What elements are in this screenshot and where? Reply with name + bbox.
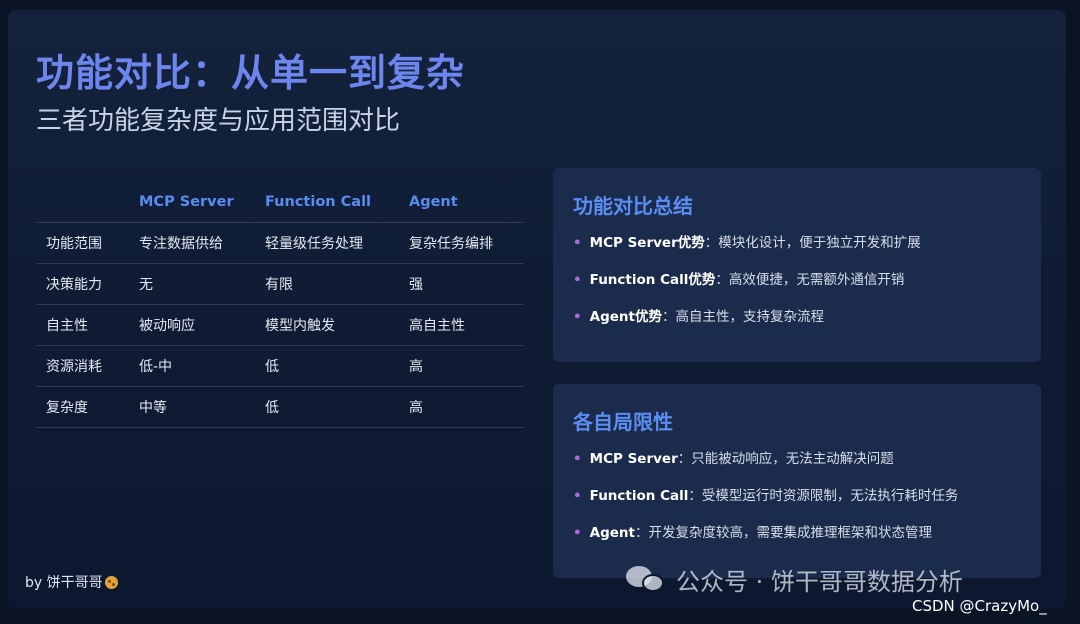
summary-list: • MCP Server优势：模块化设计，便于独立开发和扩展 • Function …: [573, 234, 921, 345]
bullet-icon: •: [573, 488, 582, 504]
list-item-term: MCP Server优势: [589, 235, 705, 251]
list-item-term: Function Call优势: [589, 272, 716, 288]
bullet-icon: •: [573, 272, 582, 288]
table-cell: 低-中: [129, 345, 255, 387]
list-item: • Agent优势：高自主性，支持复杂流程: [573, 308, 921, 345]
table-cell: 自主性: [36, 304, 129, 346]
summary-card: 功能对比总结 • MCP Server优势：模块化设计，便于独立开发和扩展 • Fu…: [553, 168, 1041, 362]
author-name: by 饼干哥哥: [25, 575, 103, 591]
list-item-desc: 受模型运行时资源限制，无法执行耗时任务: [701, 488, 959, 504]
limitations-card: 各自局限性 • MCP Server：只能被动响应，无法主动解决问题 • Funct…: [553, 384, 1041, 578]
table-header-row: MCP Server Function Call Agent: [36, 182, 524, 223]
table-cell: 复杂度: [36, 386, 129, 428]
table-cell: 无: [129, 263, 255, 305]
watermark-text: 公众号 · 饼干哥哥数据分析: [676, 568, 963, 596]
table-cell: 复杂任务编排: [399, 222, 524, 264]
table-header-cell: Agent: [399, 182, 524, 223]
list-item-desc: 高自主性，支持复杂流程: [675, 309, 824, 325]
table-cell: 专注数据供给: [129, 222, 255, 264]
csdn-watermark: CSDN @CrazyMo_: [912, 597, 1047, 615]
list-item-separator: ：: [688, 488, 702, 504]
bullet-icon: •: [573, 451, 582, 467]
list-item-separator: ：: [704, 235, 719, 251]
list-item-term: Agent: [589, 525, 635, 541]
limitations-list: • MCP Server：只能被动响应，无法主动解决问题 • Function Ca…: [573, 450, 958, 561]
table-cell: 轻量级任务处理: [255, 222, 399, 264]
table-header-cell: [36, 182, 129, 223]
list-item-term: Agent优势: [589, 309, 662, 325]
author-byline: by 饼干哥哥: [25, 572, 118, 592]
list-item-term: MCP Server: [589, 451, 678, 467]
list-item-desc: 只能被动响应，无法主动解决问题: [691, 451, 894, 467]
slide-subtitle: 三者功能复杂度与应用范围对比: [36, 106, 401, 136]
table-cell: 资源消耗: [36, 345, 129, 387]
table-row: 资源消耗 低-中 低 高: [36, 345, 524, 387]
table-row: 复杂度 中等 低 高: [36, 386, 524, 428]
table-cell: 低: [255, 345, 399, 387]
list-item: • Agent：开发复杂度较高，需要集成推理框架和状态管理: [573, 524, 958, 561]
bullet-icon: •: [573, 235, 582, 251]
limitations-card-title: 各自局限性: [573, 410, 673, 434]
table-row: 功能范围 专注数据供给 轻量级任务处理 复杂任务编排: [36, 222, 524, 264]
table-cell: 模型内触发: [255, 304, 399, 346]
list-item: • MCP Server优势：模块化设计，便于独立开发和扩展: [573, 234, 921, 271]
summary-card-title: 功能对比总结: [573, 194, 693, 218]
wechat-icon: [626, 566, 666, 594]
list-item-desc: 模块化设计，便于独立开发和扩展: [718, 235, 921, 251]
slide-title: 功能对比：从单一到复杂: [36, 51, 466, 95]
bullet-icon: •: [573, 309, 582, 325]
table-row: 自主性 被动响应 模型内触发 高自主性: [36, 304, 524, 346]
list-item-separator: ：: [661, 309, 676, 325]
table-cell: 决策能力: [36, 263, 129, 305]
table-row: 决策能力 无 有限 强: [36, 263, 524, 305]
list-item: • Function Call优势：高效便捷，无需额外通信开销: [573, 271, 921, 308]
table-cell: 高: [399, 386, 524, 428]
comparison-table: MCP Server Function Call Agent 功能范围 专注数据…: [36, 182, 524, 428]
list-item-desc: 开发复杂度较高，需要集成推理框架和状态管理: [648, 525, 932, 541]
bullet-icon: •: [573, 525, 582, 541]
table-cell: 强: [399, 263, 524, 305]
table-cell: 有限: [255, 263, 399, 305]
list-item-separator: ：: [634, 525, 649, 541]
table-cell: 高: [399, 345, 524, 387]
list-item-term: Function Call: [589, 488, 689, 504]
table-cell: 功能范围: [36, 222, 129, 264]
list-item-desc: 高效便捷，无需额外通信开销: [728, 272, 905, 288]
wechat-watermark: 公众号 · 饼干哥哥数据分析: [626, 562, 963, 597]
list-item: • MCP Server：只能被动响应，无法主动解决问题: [573, 450, 958, 487]
table-cell: 高自主性: [399, 304, 524, 346]
table-header-cell: MCP Server: [129, 182, 255, 223]
slide: 功能对比：从单一到复杂 三者功能复杂度与应用范围对比 MCP Server Fu…: [8, 10, 1066, 608]
cookie-icon: [104, 576, 118, 589]
list-item: • Function Call：受模型运行时资源限制，无法执行耗时任务: [573, 487, 958, 524]
list-item-separator: ：: [715, 272, 729, 288]
table-header-cell: Function Call: [255, 182, 399, 223]
table-cell: 被动响应: [129, 304, 255, 346]
list-item-separator: ：: [677, 451, 692, 467]
table-cell: 中等: [129, 386, 255, 428]
table-cell: 低: [255, 386, 399, 428]
